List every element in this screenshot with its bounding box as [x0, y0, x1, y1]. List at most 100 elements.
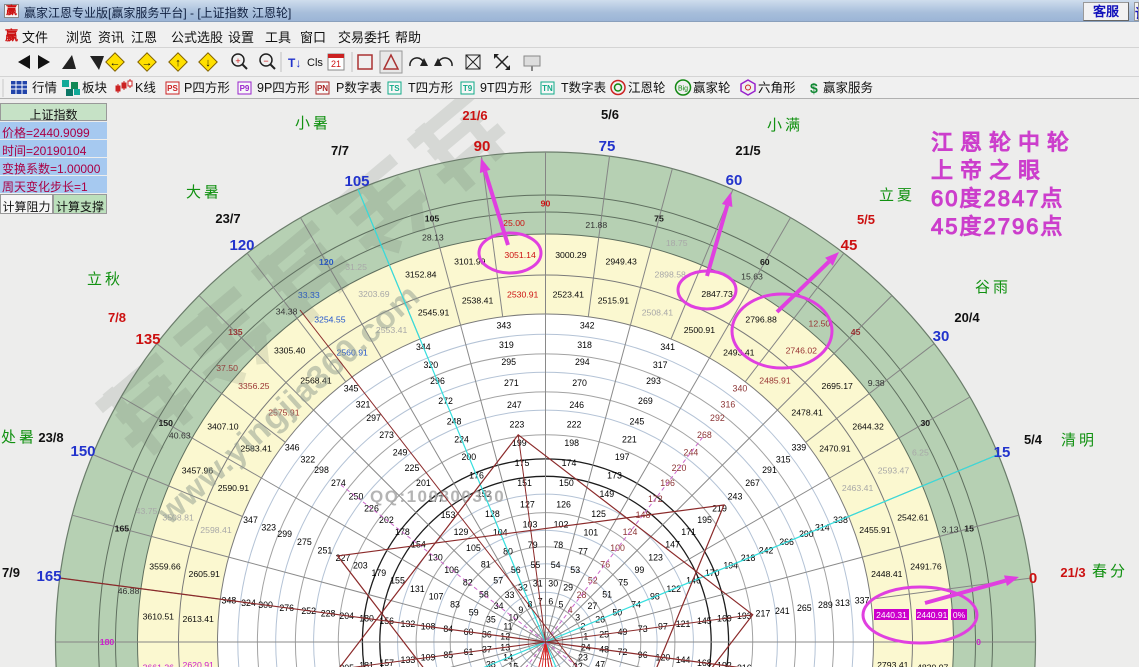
svg-text:174: 174: [562, 458, 577, 468]
svg-text:153: 153: [441, 510, 456, 520]
svg-text:板块: 板块: [82, 81, 108, 95]
svg-text:100: 100: [610, 543, 625, 553]
svg-text:222: 222: [567, 420, 582, 430]
svg-text:150: 150: [70, 443, 95, 460]
svg-text:处暑: 处暑: [1, 429, 37, 446]
svg-text:297: 297: [366, 413, 381, 423]
svg-text:265: 265: [797, 603, 812, 613]
svg-text:21.88: 21.88: [585, 220, 607, 230]
svg-text:P四方形: P四方形: [184, 80, 230, 95]
svg-text:2448.41: 2448.41: [871, 569, 903, 579]
svg-text:2440.31: 2440.31: [876, 610, 907, 620]
svg-text:3152.84: 3152.84: [405, 270, 437, 280]
svg-text:58: 58: [479, 590, 489, 600]
svg-text:135: 135: [135, 331, 160, 348]
svg-text:75: 75: [654, 213, 664, 223]
svg-text:立秋: 立秋: [87, 271, 123, 288]
svg-text:3000.29: 3000.29: [555, 250, 587, 260]
svg-text:340: 340: [733, 384, 748, 394]
svg-text:216: 216: [737, 663, 752, 667]
svg-text:101: 101: [583, 528, 598, 538]
svg-text:→: →: [142, 57, 153, 69]
svg-text:247: 247: [507, 400, 522, 410]
svg-text:315: 315: [776, 455, 791, 465]
svg-text:291: 291: [762, 465, 777, 475]
svg-text:11: 11: [503, 622, 512, 632]
svg-text:2593.47: 2593.47: [878, 465, 910, 475]
svg-text:PS: PS: [167, 84, 178, 93]
svg-text:346: 346: [285, 443, 300, 453]
svg-text:45度2796点: 45度2796点: [931, 214, 1064, 239]
svg-text:4830.97: 4830.97: [917, 662, 949, 667]
svg-text:249: 249: [393, 448, 408, 458]
svg-text:57: 57: [493, 575, 503, 585]
svg-text:54: 54: [551, 560, 561, 570]
svg-text:P9: P9: [240, 84, 250, 93]
svg-text:243: 243: [728, 492, 743, 502]
svg-text:清明: 清明: [1061, 432, 1097, 449]
svg-text:245: 245: [630, 416, 645, 426]
svg-text:20/4: 20/4: [954, 310, 980, 325]
svg-text:6: 6: [548, 597, 553, 607]
svg-text:2515.91: 2515.91: [598, 296, 630, 306]
svg-text:30: 30: [933, 328, 950, 345]
svg-text:267: 267: [745, 478, 760, 488]
svg-text:345: 345: [344, 384, 359, 394]
svg-text:2485.91: 2485.91: [759, 375, 791, 385]
svg-text:203: 203: [353, 560, 368, 570]
svg-text:21/3: 21/3: [1060, 565, 1085, 580]
svg-text:322: 322: [300, 455, 315, 465]
svg-text:15.63: 15.63: [741, 271, 763, 281]
svg-text:51: 51: [602, 590, 612, 600]
svg-text:5: 5: [559, 600, 564, 610]
svg-text:165: 165: [36, 568, 61, 585]
svg-text:40.63: 40.63: [169, 431, 191, 441]
svg-text:P数字表: P数字表: [336, 80, 382, 95]
svg-text:Big: Big: [678, 86, 688, 93]
svg-text:←: ←: [110, 57, 121, 69]
svg-text:25.00: 25.00: [503, 218, 525, 228]
svg-text:2613.41: 2613.41: [182, 614, 214, 624]
svg-text:23/8: 23/8: [38, 430, 63, 445]
svg-text:立夏: 立夏: [879, 187, 915, 204]
svg-text:289: 289: [818, 600, 833, 610]
svg-text:268: 268: [697, 430, 712, 440]
svg-text:12.50: 12.50: [809, 319, 831, 329]
svg-text:行情: 行情: [32, 81, 57, 95]
svg-text:2530.91: 2530.91: [507, 290, 539, 300]
svg-text:2508.41: 2508.41: [642, 308, 674, 318]
svg-text:299: 299: [277, 529, 292, 539]
svg-text:Cls: Cls: [307, 57, 323, 69]
svg-text:342: 342: [580, 320, 595, 330]
svg-text:15: 15: [508, 662, 518, 667]
svg-text:TS: TS: [389, 84, 400, 93]
svg-text:3661.36: 3661.36: [143, 662, 175, 667]
svg-text:147: 147: [665, 540, 680, 550]
svg-text:171: 171: [681, 527, 696, 537]
svg-text:9: 9: [518, 605, 523, 615]
svg-text:165: 165: [115, 524, 130, 534]
svg-text:赢家轮: 赢家轮: [693, 80, 731, 95]
svg-text:3051.14: 3051.14: [504, 250, 536, 260]
svg-text:5/6: 5/6: [601, 107, 619, 122]
svg-text:小暑: 小暑: [295, 115, 331, 132]
svg-text:+: +: [235, 56, 240, 66]
svg-text:30: 30: [548, 578, 558, 588]
svg-text:35: 35: [486, 614, 496, 624]
svg-text:294: 294: [575, 357, 590, 367]
svg-text:217: 217: [756, 608, 771, 618]
svg-text:T↓: T↓: [288, 56, 301, 70]
svg-text:316: 316: [721, 399, 736, 409]
svg-text:2440.91: 2440.91: [917, 610, 948, 620]
svg-text:82: 82: [463, 577, 473, 587]
svg-text:15: 15: [994, 444, 1011, 461]
svg-text:244: 244: [684, 448, 699, 458]
svg-text:0: 0: [1029, 570, 1037, 587]
svg-text:2470.91: 2470.91: [819, 444, 851, 454]
svg-text:9T四方形: 9T四方形: [480, 80, 533, 95]
svg-text:339: 339: [791, 443, 806, 453]
svg-text:275: 275: [297, 537, 312, 547]
svg-text:269: 269: [638, 396, 653, 406]
svg-text:317: 317: [653, 360, 668, 370]
svg-text:↓: ↓: [205, 57, 211, 69]
